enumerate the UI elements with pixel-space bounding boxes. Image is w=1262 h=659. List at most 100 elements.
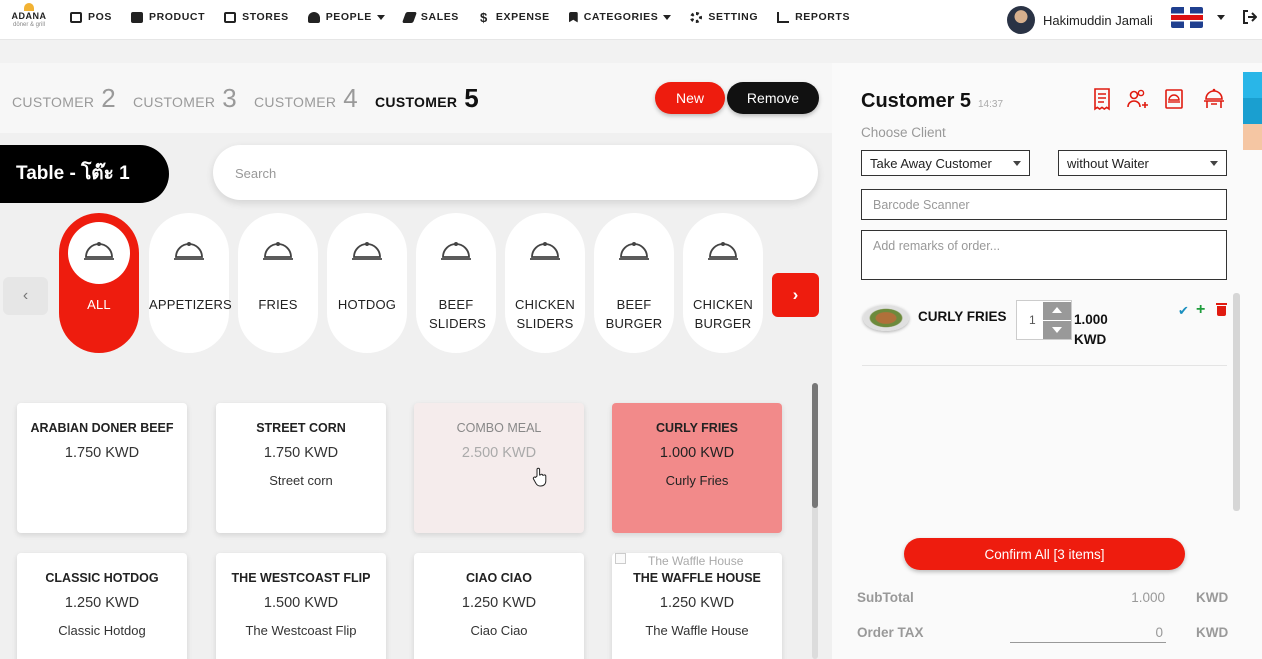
product-name: CIAO CIAO [466, 571, 532, 585]
search-input[interactable] [235, 161, 755, 185]
category-hotdog[interactable]: HOTDOG [327, 213, 407, 353]
category-chicken-burger[interactable]: CHICKEN BURGER [683, 213, 763, 353]
tab-customer-4[interactable]: CUSTOMER 4 [254, 83, 358, 114]
new-customer-button[interactable]: New [655, 82, 725, 114]
product-desc: Ciao Ciao [470, 623, 528, 638]
nav-reports-label: REPORTS [795, 11, 851, 23]
product-name: STREET CORN [256, 421, 346, 435]
remove-customer-button[interactable]: Remove [727, 82, 819, 114]
plus-icon[interactable]: + [1196, 301, 1205, 319]
tab-number: 5 [464, 83, 480, 113]
chevron-down-icon [376, 14, 385, 20]
cloche-icon [441, 242, 471, 260]
category-all[interactable]: ALL [59, 213, 139, 353]
quantity-value[interactable]: 1 [1029, 313, 1036, 327]
subtotal-value: 1.000 [1131, 590, 1165, 605]
barcode-scanner-input[interactable] [861, 189, 1227, 220]
product-card-combo-meal[interactable]: COMBO MEAL 2.500 KWD [414, 403, 584, 533]
nav-product[interactable]: PRODUCT [130, 11, 205, 23]
tab-label: CUSTOMER [254, 94, 337, 110]
bookmark-icon [568, 11, 578, 23]
logout-icon[interactable] [1242, 10, 1257, 24]
category-chicken-sliders[interactable]: CHICKEN SLIDERS [505, 213, 585, 353]
product-card-street-corn[interactable]: STREET CORN 1.750 KWD Street corn [216, 403, 386, 533]
product-desc: Classic Hotdog [58, 623, 146, 638]
order-list-scrollbar[interactable] [1233, 293, 1240, 511]
order-item-currency: KWD [1074, 332, 1107, 347]
order-time: 14:37 [978, 99, 1004, 110]
nav-expense[interactable]: $ EXPENSE [478, 11, 550, 24]
tab-customer-3[interactable]: CUSTOMER 3 [133, 83, 237, 114]
chevron-down-icon[interactable] [1217, 15, 1225, 20]
order-tax-value[interactable]: 0 [1103, 625, 1163, 640]
tab-customer-2[interactable]: CUSTOMER 2 [12, 83, 116, 114]
product-price: 1.000 KWD [659, 445, 735, 461]
table-selector[interactable]: Table - โต๊ะ 1 [0, 145, 169, 203]
order-remarks-textarea[interactable] [861, 230, 1227, 280]
product-card-waffle-house[interactable]: THE WAFFLE HOUSE 1.250 KWD The Waffle Ho… [612, 553, 782, 659]
nav-reports[interactable]: REPORTS [777, 11, 850, 23]
order-item-name: CURLY FRIES [918, 309, 1007, 324]
quantity-up-icon[interactable] [1043, 302, 1071, 320]
cloche-icon [708, 242, 738, 260]
order-title: Customer 5 [861, 90, 972, 112]
category-fries[interactable]: FRIES [238, 213, 318, 353]
nav-sales[interactable]: SALES [401, 11, 459, 23]
nav-setting[interactable]: SETTING [690, 11, 758, 23]
user-menu[interactable]: Hakimuddin Jamali [1007, 6, 1153, 34]
order-item-divider [862, 365, 1227, 366]
receipt-icon[interactable] [1090, 87, 1114, 111]
category-label: BEEF BURGER [605, 297, 663, 331]
quantity-down-icon[interactable] [1043, 321, 1071, 339]
cloche-icon [530, 242, 560, 260]
product-card-arabian-doner-beef[interactable]: ARABIAN DONER BEEF 1.750 KWD [17, 403, 187, 533]
product-card-curly-fries[interactable]: CURLY FRIES 1.000 KWD Curly Fries [612, 403, 782, 533]
chevron-down-icon [663, 14, 672, 20]
nav-stores[interactable]: STORES [224, 11, 289, 23]
confirm-all-button[interactable]: Confirm All [3 items] [904, 538, 1185, 570]
subtotal-currency: KWD [1196, 590, 1229, 605]
nav-setting-label: SETTING [708, 11, 759, 23]
check-icon[interactable]: ✔ [1178, 303, 1189, 319]
nav-categories[interactable]: CATEGORIES [568, 11, 672, 23]
nav-pos[interactable]: POS [70, 11, 112, 23]
people-icon [307, 11, 320, 23]
trash-icon[interactable] [1216, 303, 1227, 316]
tab-customer-5[interactable]: CUSTOMER 5 [375, 83, 479, 114]
adana-logo[interactable]: ADANA döner & grill [8, 3, 50, 39]
category-prev-button[interactable]: ‹ [3, 277, 48, 315]
category-appetizers[interactable]: APPETIZERS [149, 213, 232, 353]
gears-icon [690, 11, 703, 23]
category-label: CHICKEN BURGER [693, 297, 753, 331]
tab-number: 4 [343, 83, 359, 113]
side-tab-back-icon[interactable] [1243, 98, 1262, 124]
kitchen-order-icon[interactable] [1162, 87, 1186, 111]
side-tab-close-icon[interactable] [1243, 72, 1262, 98]
product-card-classic-hotdog[interactable]: CLASSIC HOTDOG 1.250 KWD Classic Hotdog [17, 553, 187, 659]
product-card-ciao-ciao[interactable]: CIAO CIAO 1.250 KWD Ciao Ciao [414, 553, 584, 659]
user-name: Hakimuddin Jamali [1043, 12, 1153, 28]
side-tab-extra-icon[interactable] [1243, 124, 1262, 150]
tab-label: CUSTOMER [12, 94, 95, 110]
table-service-icon[interactable] [1202, 87, 1226, 111]
product-name: CLASSIC HOTDOG [45, 571, 159, 585]
order-tax-label: Order TAX [857, 625, 924, 640]
category-beef-sliders[interactable]: BEEF SLIDERS [416, 213, 496, 353]
order-item-price: 1.000 KWD [1074, 310, 1138, 350]
nav-people[interactable]: PEOPLE [307, 11, 385, 23]
nav-pos-label: POS [88, 11, 112, 23]
uk-flag-icon[interactable] [1171, 7, 1203, 28]
nav-categories-label: CATEGORIES [583, 11, 659, 23]
product-card-westcoast-flip[interactable]: THE WESTCOAST FLIP 1.500 KWD The Westcoa… [216, 553, 386, 659]
waiter-select[interactable]: without Waiter [1058, 150, 1227, 176]
chart-icon [777, 11, 790, 23]
add-users-icon[interactable] [1126, 87, 1150, 111]
category-next-button[interactable]: › [772, 273, 819, 317]
product-price: 1.500 KWD [263, 595, 339, 611]
side-toolbar [1243, 72, 1262, 150]
product-name: COMBO MEAL [456, 421, 542, 435]
client-select[interactable]: Take Away Customer [861, 150, 1030, 176]
category-beef-burger[interactable]: BEEF BURGER [594, 213, 674, 353]
product-desc: Street corn [269, 473, 333, 488]
product-grid-scrollbar-thumb[interactable] [812, 383, 818, 508]
